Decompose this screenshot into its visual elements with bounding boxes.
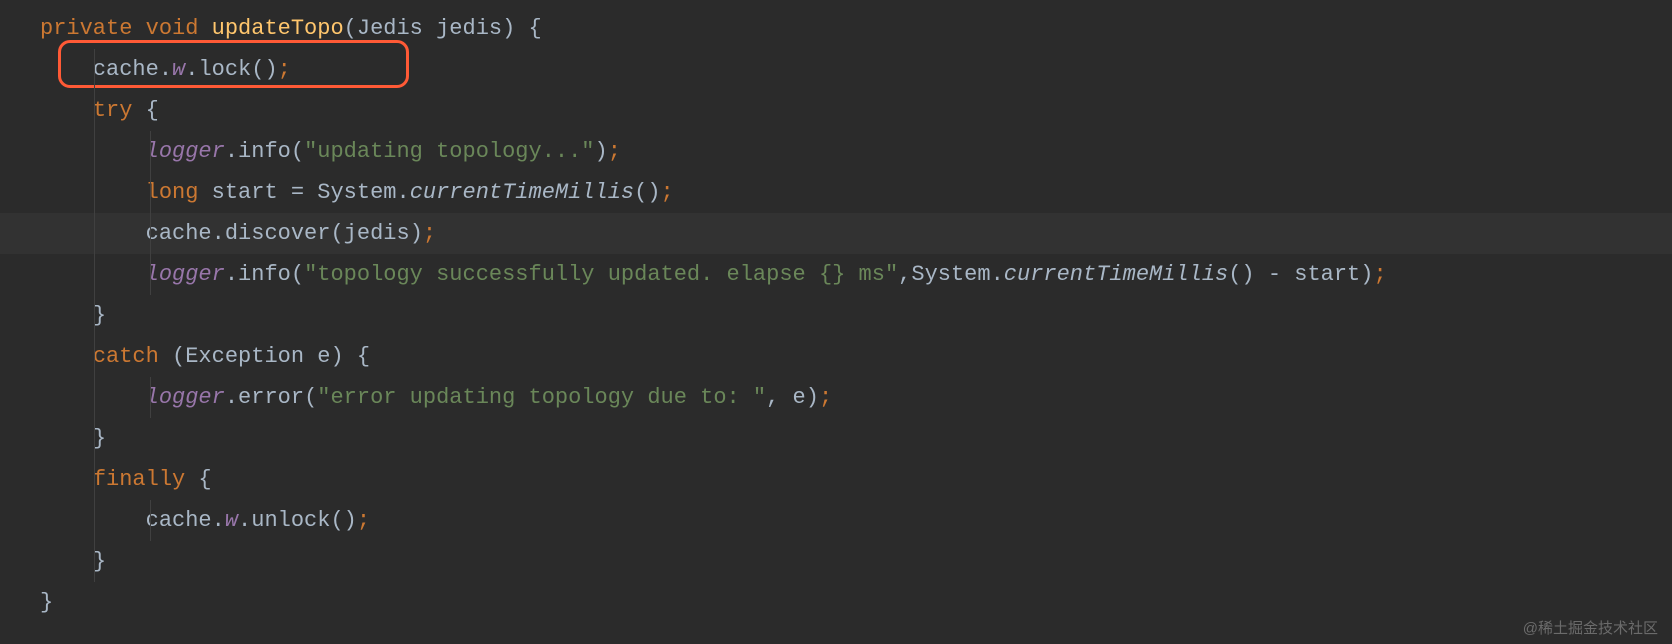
code-line: try { [0, 90, 1672, 131]
keyword: long [146, 180, 199, 205]
string: "updating topology..." [304, 139, 594, 164]
field: logger [146, 385, 225, 410]
watermark: @稀土掘金技术社区 [1523, 617, 1658, 638]
code-line: long start = System.currentTimeMillis(); [0, 172, 1672, 213]
type: Exception [185, 344, 304, 369]
param: jedis [436, 16, 502, 41]
code-line: cache.w.unlock(); [0, 500, 1672, 541]
code-line: finally { [0, 459, 1672, 500]
static-method: currentTimeMillis [1004, 262, 1228, 287]
field: w [225, 508, 238, 533]
field: logger [146, 262, 225, 287]
code-line: logger.error("error updating topology du… [0, 377, 1672, 418]
code-line: } [0, 541, 1672, 582]
code-line: catch (Exception e) { [0, 336, 1672, 377]
code-line: } [0, 418, 1672, 459]
code-line-highlighted: cache.discover(jedis); [0, 213, 1672, 254]
field: logger [146, 139, 225, 164]
keyword: catch [93, 344, 159, 369]
type: Jedis [357, 16, 423, 41]
keyword: private [40, 16, 132, 41]
keyword: void [146, 16, 199, 41]
code-line: } [0, 582, 1672, 623]
keyword: try [93, 98, 133, 123]
field: w [172, 57, 185, 82]
code-line: private void updateTopo(Jedis jedis) { [0, 8, 1672, 49]
string: "error updating topology due to: " [317, 385, 766, 410]
code-line: logger.info("updating topology..."); [0, 131, 1672, 172]
method-name: updateTopo [212, 16, 344, 41]
keyword: finally [93, 467, 185, 492]
static-method: currentTimeMillis [410, 180, 634, 205]
code-line: } [0, 295, 1672, 336]
string: "topology successfully updated. elapse {… [304, 262, 898, 287]
code-block: private void updateTopo(Jedis jedis) { c… [0, 0, 1672, 623]
code-line: cache.w.lock(); [0, 49, 1672, 90]
code-line: logger.info("topology successfully updat… [0, 254, 1672, 295]
